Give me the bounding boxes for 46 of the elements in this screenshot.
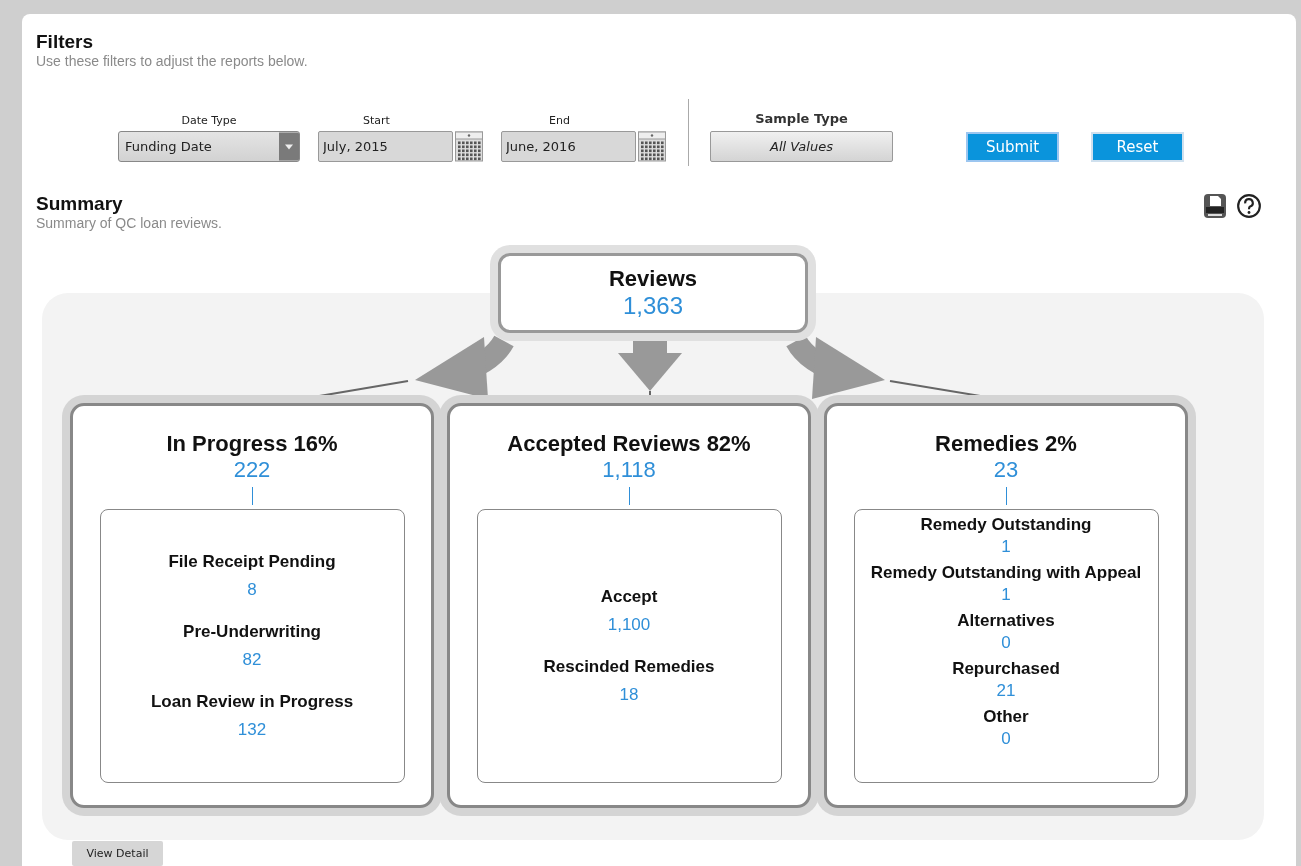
item-label: Pre-Underwriting bbox=[183, 622, 321, 642]
card-value: 1,118 bbox=[602, 457, 656, 483]
card-title: Accepted Reviews 82% bbox=[507, 431, 751, 457]
item-label: File Receipt Pending bbox=[168, 552, 336, 572]
item-label: Loan Review in Progress bbox=[150, 692, 354, 712]
item-value: 132 bbox=[237, 720, 267, 740]
item-value: 0 bbox=[1001, 729, 1011, 749]
item-label: Alternatives bbox=[957, 611, 1055, 631]
date-field[interactable]: July, 2015 bbox=[318, 131, 453, 162]
item-value: 1,100 bbox=[607, 615, 651, 635]
item-value: 1 bbox=[1001, 585, 1011, 605]
dropdown-value: Funding Date bbox=[124, 139, 212, 154]
calendar-icon[interactable] bbox=[638, 131, 666, 162]
item-label: Rescinded Remedies bbox=[543, 657, 715, 677]
item-value: 8 bbox=[247, 580, 257, 600]
section-subtitle: Use these filters to adjust the reports below. bbox=[36, 53, 309, 70]
item-label: Remedy Outstanding with Appeal bbox=[870, 563, 1142, 583]
item-value: 1 bbox=[1001, 537, 1011, 557]
item-value: 18 bbox=[619, 685, 639, 705]
section-title: Summary bbox=[36, 193, 124, 215]
section-subtitle: Summary of QC loan reviews. bbox=[36, 215, 222, 232]
item-label: Remedy Outstanding bbox=[920, 515, 1092, 535]
card-value: 1,363 bbox=[622, 292, 684, 320]
date-type-dropdown[interactable]: Funding Date bbox=[118, 131, 300, 162]
item-value: 21 bbox=[996, 681, 1016, 701]
view-detail-button[interactable]: View Detail bbox=[72, 841, 163, 866]
field-label: Start bbox=[363, 114, 390, 127]
field-label: End bbox=[549, 114, 570, 127]
dropdown-caret-icon[interactable] bbox=[279, 132, 299, 161]
card-title: In Progress 16% bbox=[166, 431, 338, 457]
item-label: Accept bbox=[600, 587, 658, 607]
section-title: Filters bbox=[36, 31, 95, 53]
field-label: Sample Type bbox=[755, 111, 848, 126]
calendar-icon[interactable] bbox=[455, 131, 483, 162]
help-icon[interactable] bbox=[1236, 193, 1262, 219]
card-value: 222 bbox=[233, 457, 271, 483]
sample-type-selector[interactable]: All Values bbox=[710, 131, 893, 162]
item-label: Other bbox=[983, 707, 1029, 727]
card-title: Remedies 2% bbox=[935, 431, 1077, 457]
date-field[interactable]: June, 2016 bbox=[501, 131, 636, 162]
item-value: 82 bbox=[242, 650, 262, 670]
card-title: Reviews bbox=[608, 266, 698, 292]
item-label: Repurchased bbox=[952, 659, 1060, 679]
item-value: 0 bbox=[1001, 633, 1011, 653]
field-label: Date Type bbox=[181, 114, 237, 127]
card-value: 23 bbox=[993, 457, 1019, 483]
